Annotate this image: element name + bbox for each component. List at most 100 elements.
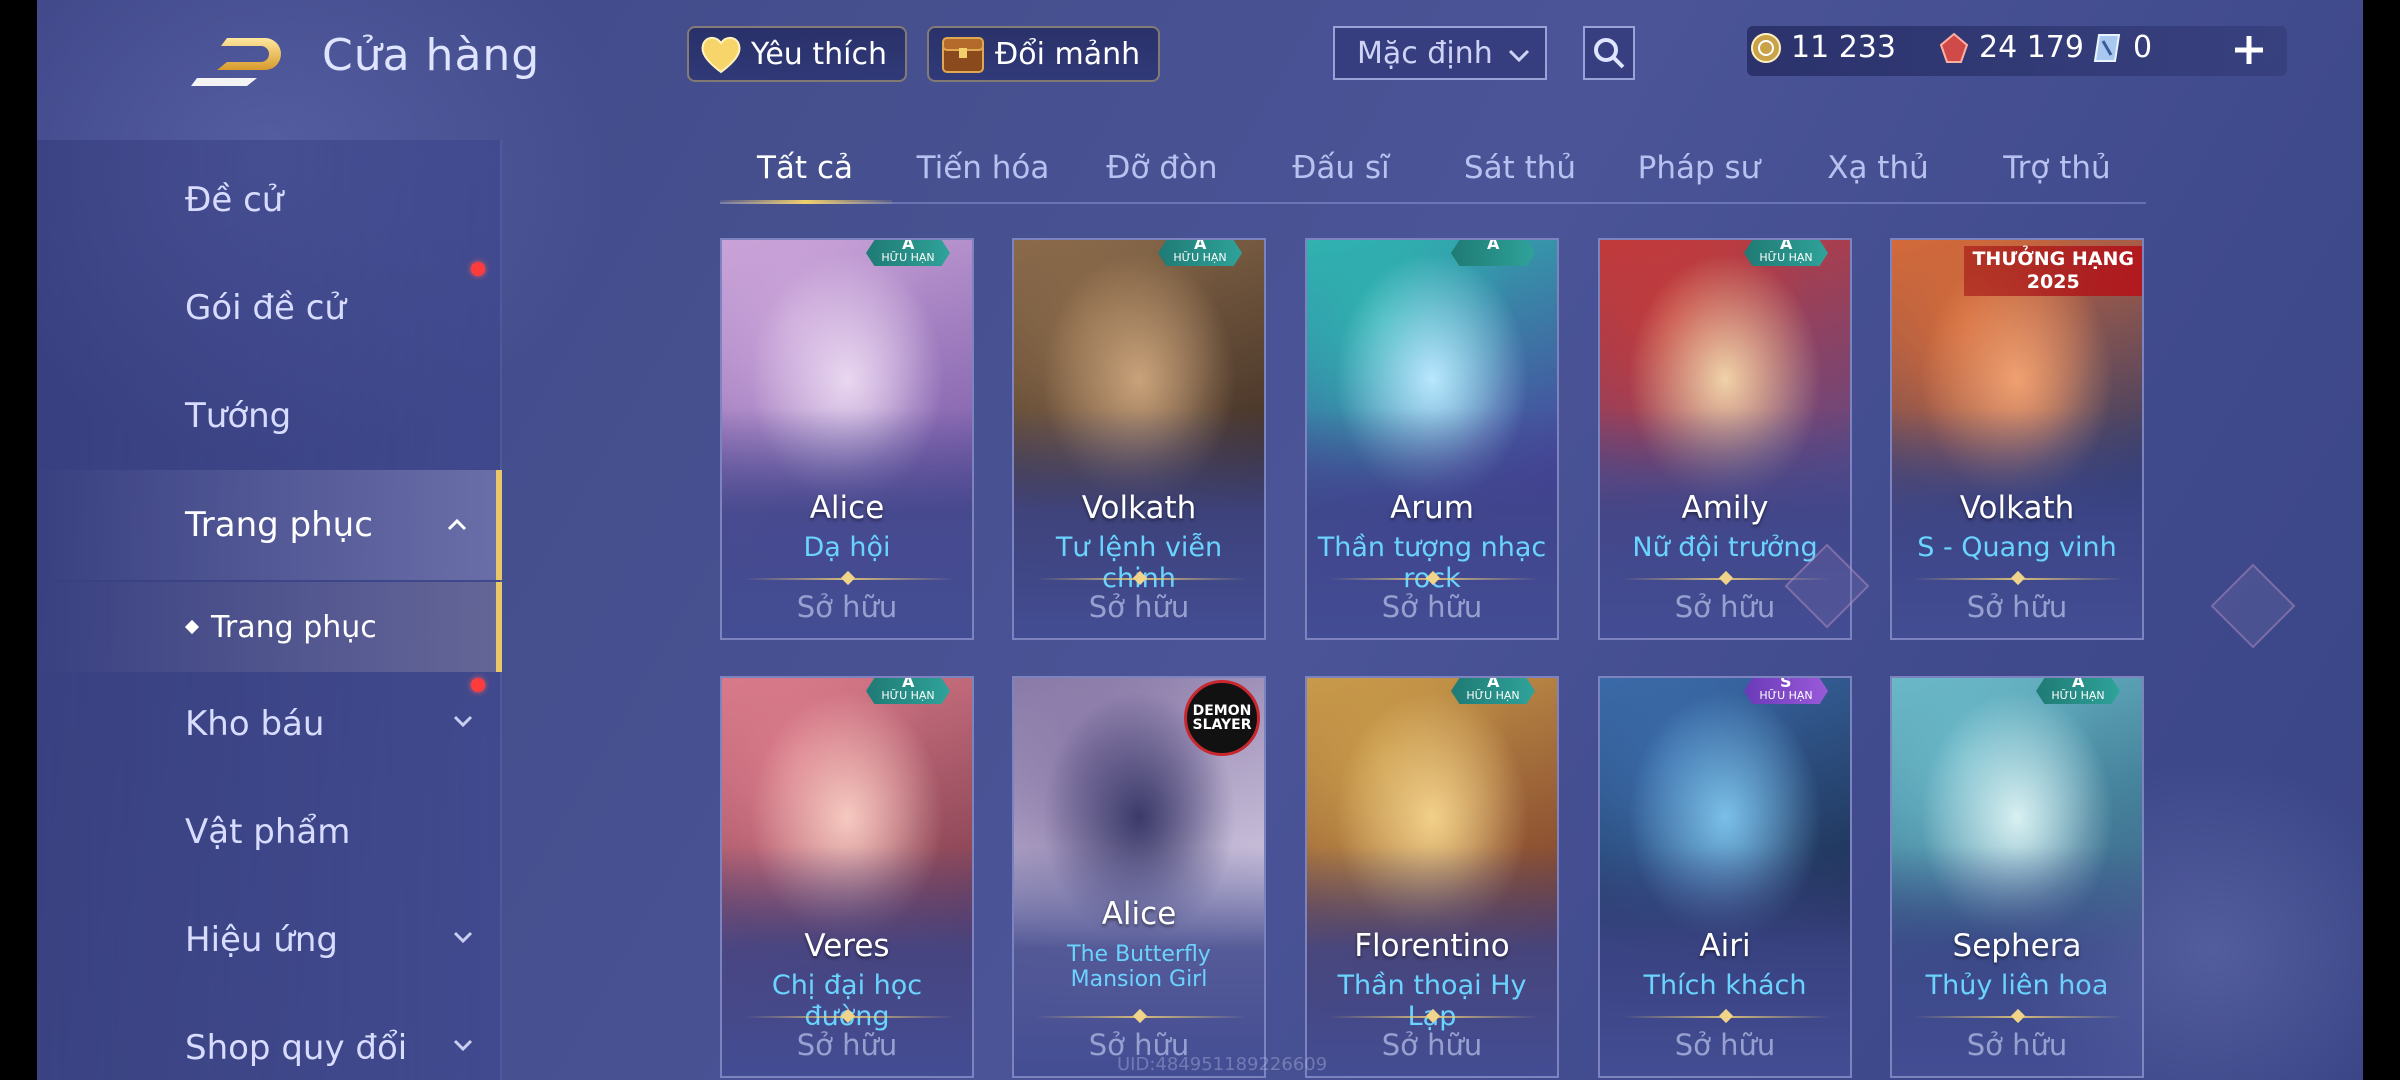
sidebar-item-bundles[interactable]: Gói đề cử	[37, 258, 502, 358]
owned-status: Sở hữu	[796, 590, 898, 624]
skin-card[interactable]: Sephera Thủy liên hoa Sở hữu A HỮU HẠN	[1890, 676, 2144, 1078]
limited-badge: A HỮU HẠN	[866, 240, 950, 266]
sidebar-item-heroes[interactable]: Tướng	[37, 366, 502, 466]
tab-all[interactable]: Tất cả	[720, 150, 890, 186]
hero-name: Alice	[1101, 896, 1177, 932]
card-divider	[1914, 578, 2124, 580]
diamond-bullet-icon	[184, 619, 200, 635]
rank-reward-year: 2025	[2026, 270, 2080, 293]
tab-warrior[interactable]: Đấu sĩ	[1256, 150, 1426, 186]
limited-badge: A	[1451, 240, 1535, 266]
hero-name: Amily	[1681, 490, 1769, 526]
sidebar-item-label: Trang phục	[185, 505, 373, 545]
limited-badge: A HỮU HẠN	[2036, 678, 2120, 704]
owned-status: Sở hữu	[796, 1028, 898, 1062]
tab-assassin[interactable]: Sát thủ	[1435, 150, 1605, 186]
owned-status: Sở hữu	[1381, 590, 1483, 624]
favorite-label: Yêu thích	[751, 36, 887, 72]
chevron-down-icon	[453, 1039, 473, 1052]
rank-letter: S	[1780, 676, 1792, 691]
owned-status: Sở hữu	[1966, 590, 2068, 624]
tab-evolution[interactable]: Tiến hóa	[898, 150, 1068, 186]
sidebar-item-exchange-shop[interactable]: Shop quy đổi	[37, 998, 502, 1080]
tab-support[interactable]: Trợ thủ	[1972, 150, 2142, 186]
card-divider	[1914, 1016, 2124, 1018]
sidebar-subitem-skins[interactable]: Trang phục	[37, 582, 502, 672]
search-button[interactable]	[1583, 26, 1635, 80]
rank-letter: A	[1487, 676, 1500, 691]
sidebar-item-recommended[interactable]: Đề cử	[37, 150, 502, 250]
sort-value: Mặc định	[1357, 35, 1493, 71]
owned-status: Sở hữu	[1381, 1028, 1483, 1062]
skin-name: Dạ hội	[803, 532, 891, 563]
sidebar-item-label: Hiệu ứng	[185, 920, 338, 960]
rank-letter: A	[2072, 676, 2085, 691]
exchange-label: Đổi mảnh	[995, 36, 1141, 72]
sidebar-subitem-label: Trang phục	[211, 609, 377, 645]
rank-reward-line1: THƯỞNG HẠNG	[1972, 248, 2134, 270]
card-divider	[1329, 578, 1539, 580]
owned-status: Sở hữu	[1674, 1028, 1776, 1062]
rank-letter: A	[1487, 238, 1500, 253]
exchange-fragments-button[interactable]: Đổi mảnh	[927, 26, 1161, 82]
chevron-up-icon	[447, 518, 467, 531]
sidebar-item-label: Gói đề cử	[185, 288, 346, 328]
plus-icon	[2235, 36, 2263, 64]
chevron-down-icon	[453, 715, 473, 728]
sidebar: Đề cử Gói đề cử Tướng Trang phục Trang p…	[37, 140, 502, 1080]
category-tabs: Tất cả Tiến hóa Đỡ đòn Đấu sĩ Sát thủ Ph…	[720, 140, 2146, 204]
sidebar-item-label: Tướng	[185, 396, 292, 436]
sidebar-item-label: Shop quy đổi	[185, 1028, 408, 1068]
rank-letter: A	[1780, 238, 1793, 253]
search-icon	[1594, 38, 1625, 69]
limited-badge: A HỮU HẠN	[1158, 240, 1242, 266]
notification-dot	[471, 262, 485, 276]
sidebar-item-label: Đề cử	[185, 180, 284, 220]
tab-tank[interactable]: Đỡ đòn	[1077, 150, 1247, 186]
add-currency-button[interactable]	[2227, 28, 2271, 72]
skin-card[interactable]: VeresChị đại học đườngSở hữuAHỮU HẠN	[720, 676, 974, 1078]
rank-reward-label: THƯỞNG HẠNG 2025	[1964, 246, 2142, 296]
skin-card[interactable]: Volkath S - Quang vinh Sở hữu THƯỞNG HẠNG 20…	[1890, 238, 2144, 640]
card-divider	[1329, 1016, 1539, 1018]
skin-card[interactable]: Alice Dạ hội Sở hữu A HỮU HẠN	[720, 238, 974, 640]
sidebar-item-items[interactable]: Vật phẩm	[37, 782, 502, 882]
treasure-chest-icon	[942, 37, 984, 73]
sidebar-item-skins[interactable]: Trang phục	[37, 470, 502, 580]
sidebar-item-effects[interactable]: Hiệu ứng	[37, 890, 502, 990]
hero-name: Veres	[804, 928, 890, 964]
hero-name: Volkath	[1081, 490, 1197, 526]
next-page-icon[interactable]	[2210, 563, 2296, 649]
limited-badge: A HỮU HẠN	[866, 678, 950, 704]
card-divider	[1036, 578, 1246, 580]
skin-card[interactable]: FlorentinoThần thoại Hy LạpSở hữuAHỮU HẠ…	[1305, 676, 1559, 1078]
owned-status: Sở hữu	[1966, 1028, 2068, 1062]
page-title: Cửa hàng	[322, 30, 541, 81]
skin-name: Thủy liên hoa	[1925, 970, 2109, 1001]
collab-logo: DEMON SLAYER	[1184, 680, 1260, 756]
hero-name: Volkath	[1959, 490, 2075, 526]
sidebar-item-treasure[interactable]: Kho báu	[37, 674, 502, 774]
sort-dropdown[interactable]: Mặc định	[1333, 26, 1547, 80]
diamond-currency: 0	[2093, 30, 2152, 65]
card-divider	[1622, 1016, 1832, 1018]
favorite-button[interactable]: Yêu thích	[687, 26, 907, 82]
skin-card[interactable]: ArumThần tượng nhạc rockSở hữuA	[1305, 238, 1559, 640]
hero-name: Airi	[1699, 928, 1751, 964]
rank-letter: A	[902, 676, 915, 691]
skin-card[interactable]: Airi Thích khách Sở hữu S HỮU HẠN	[1598, 676, 1852, 1078]
gold-coin-icon	[1751, 32, 1781, 63]
uid-watermark: UID:484951189226609	[1117, 1054, 1328, 1075]
tab-mage[interactable]: Pháp sư	[1614, 150, 1784, 186]
skin-name: S - Quang vinh	[1917, 532, 2117, 563]
card-divider	[744, 578, 954, 580]
back-arrow-icon[interactable]	[187, 26, 287, 96]
crystal-ticket-icon	[2093, 33, 2121, 62]
skin-card[interactable]: Alice The Butterfly Mansion Girl Sở hữu DEM…	[1012, 676, 1266, 1078]
voucher-amount: 24 179	[1979, 30, 2084, 65]
tab-marksman[interactable]: Xạ thủ	[1793, 150, 1963, 186]
owned-status: Sở hữu	[1088, 590, 1190, 624]
skin-card[interactable]: VolkathTư lệnh viễn chinhSở hữuAHỮU HẠN	[1012, 238, 1266, 640]
rank-letter: A	[902, 238, 915, 253]
shop-screen: Cửa hàng Đề cử Gói đề cử Tướng Trang phụ…	[37, 0, 2363, 1080]
